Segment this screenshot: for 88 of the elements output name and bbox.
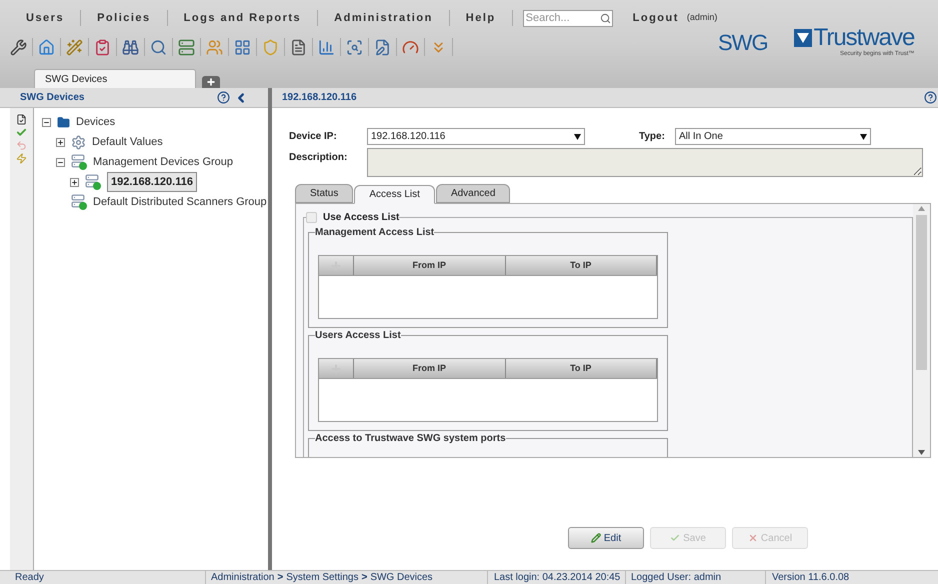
column-header[interactable]: From IP [354, 256, 506, 275]
detail-title: 192.168.120.116 [282, 91, 357, 105]
server-icon[interactable] [178, 38, 195, 56]
scrollbar[interactable] [913, 204, 930, 457]
scroll-down-icon [918, 450, 925, 455]
edit-document-icon[interactable] [374, 38, 391, 56]
users-icon[interactable] [206, 38, 223, 56]
menu-item[interactable]: Users [10, 10, 82, 26]
help-icon[interactable] [217, 91, 230, 104]
binoculars-icon[interactable] [122, 38, 139, 56]
pencil-icon [590, 533, 601, 543]
dropdown-arrow-icon [574, 134, 581, 140]
column-header[interactable]: To IP [506, 359, 657, 378]
document-icon[interactable] [16, 114, 27, 125]
wand-icon[interactable] [66, 38, 83, 56]
tab[interactable]: Advanced [436, 184, 510, 203]
breadcrumb-separator: > [277, 571, 284, 584]
status-text: Ready [15, 571, 45, 584]
column-header[interactable]: To IP [506, 256, 657, 275]
plus-icon [57, 138, 64, 146]
tree-item[interactable]: Default Values [92, 134, 163, 150]
settings-icon [71, 134, 86, 150]
user-label: (admin) [686, 11, 718, 24]
tree-item[interactable]: Default Distributed Scanners Group [93, 194, 267, 210]
search-icon[interactable] [150, 38, 167, 56]
menu-item[interactable]: Help [450, 10, 513, 26]
undo-icon[interactable] [16, 140, 27, 151]
tree-item[interactable]: Management Devices Group [93, 154, 234, 170]
search-field[interactable]: Search... [522, 10, 613, 26]
section-title: Users Access List [315, 329, 401, 343]
expand-toggle[interactable] [56, 138, 65, 146]
section-title: Access to Trustwave SWG system ports [315, 432, 506, 446]
scroll-up-icon [918, 206, 925, 211]
logout-link[interactable]: Logout [632, 10, 679, 26]
breadcrumb-separator: > [361, 571, 368, 584]
server-group-icon [71, 154, 87, 170]
help-icon[interactable] [924, 91, 937, 104]
breadcrumb-link[interactable]: SWG Devices [370, 570, 433, 584]
type-dropdown[interactable]: All In One [675, 128, 871, 145]
close-icon [748, 533, 758, 543]
check-icon [670, 533, 680, 543]
search-icon [600, 12, 611, 24]
tab[interactable]: Access List [354, 185, 435, 204]
section-title: Management Access List [315, 226, 434, 240]
brand-name: Trustwave [814, 26, 914, 50]
workspace-tab[interactable]: SWG Devices [34, 69, 196, 88]
tree-item[interactable]: 192.168.120.116 [107, 172, 197, 192]
last-login: Last login: 04.23.2014 20:45 [494, 571, 620, 584]
field-label: Device IP: [289, 130, 338, 144]
breadcrumb-link[interactable]: Administration [211, 570, 274, 584]
menu-item[interactable]: Administration [318, 10, 450, 26]
collapse-toggle[interactable] [42, 118, 51, 126]
add-tab-button[interactable] [202, 76, 220, 88]
folder-icon [57, 116, 70, 128]
gauge-icon[interactable] [402, 38, 419, 56]
logo-icon [794, 29, 812, 47]
plus-icon [206, 77, 216, 87]
home-icon[interactable] [38, 38, 55, 56]
magnifier-icon[interactable] [346, 38, 363, 56]
version: Version 11.6.0.08 [772, 571, 850, 584]
menu-item[interactable]: Logs and Reports [168, 10, 318, 26]
device-ip-dropdown[interactable]: 192.168.120.116 [367, 128, 585, 145]
wrench-icon[interactable] [10, 38, 27, 56]
server-group-icon [71, 194, 87, 210]
dropdown-arrow-icon [860, 134, 867, 140]
chart-icon[interactable] [318, 38, 335, 56]
product-name: SWG [718, 29, 768, 57]
menu-item[interactable]: Policies [81, 10, 168, 26]
field-label: Description: [289, 151, 348, 165]
column-header[interactable]: From IP [354, 359, 506, 378]
collapse-toggle[interactable] [56, 158, 65, 166]
check-icon[interactable] [16, 127, 27, 138]
breadcrumb-link[interactable]: System Settings [286, 570, 358, 584]
expand-toggle[interactable] [70, 178, 79, 186]
plus-icon [71, 178, 78, 186]
checkbox-label: Use Access List [323, 211, 400, 225]
checkbox[interactable] [306, 212, 317, 223]
description-field[interactable] [367, 148, 923, 177]
tab[interactable]: Status [295, 184, 354, 203]
panel-title: SWG Devices [20, 91, 84, 105]
server-icon [85, 174, 101, 190]
clipboard-icon[interactable] [94, 38, 111, 56]
field-label: Type: [639, 130, 666, 144]
edit-button[interactable]: Edit [568, 527, 644, 549]
logged-user: Logged User: admin [631, 571, 722, 584]
grid-icon[interactable] [234, 38, 251, 56]
document-icon[interactable] [290, 38, 307, 56]
tree-item[interactable]: Devices [76, 114, 116, 130]
